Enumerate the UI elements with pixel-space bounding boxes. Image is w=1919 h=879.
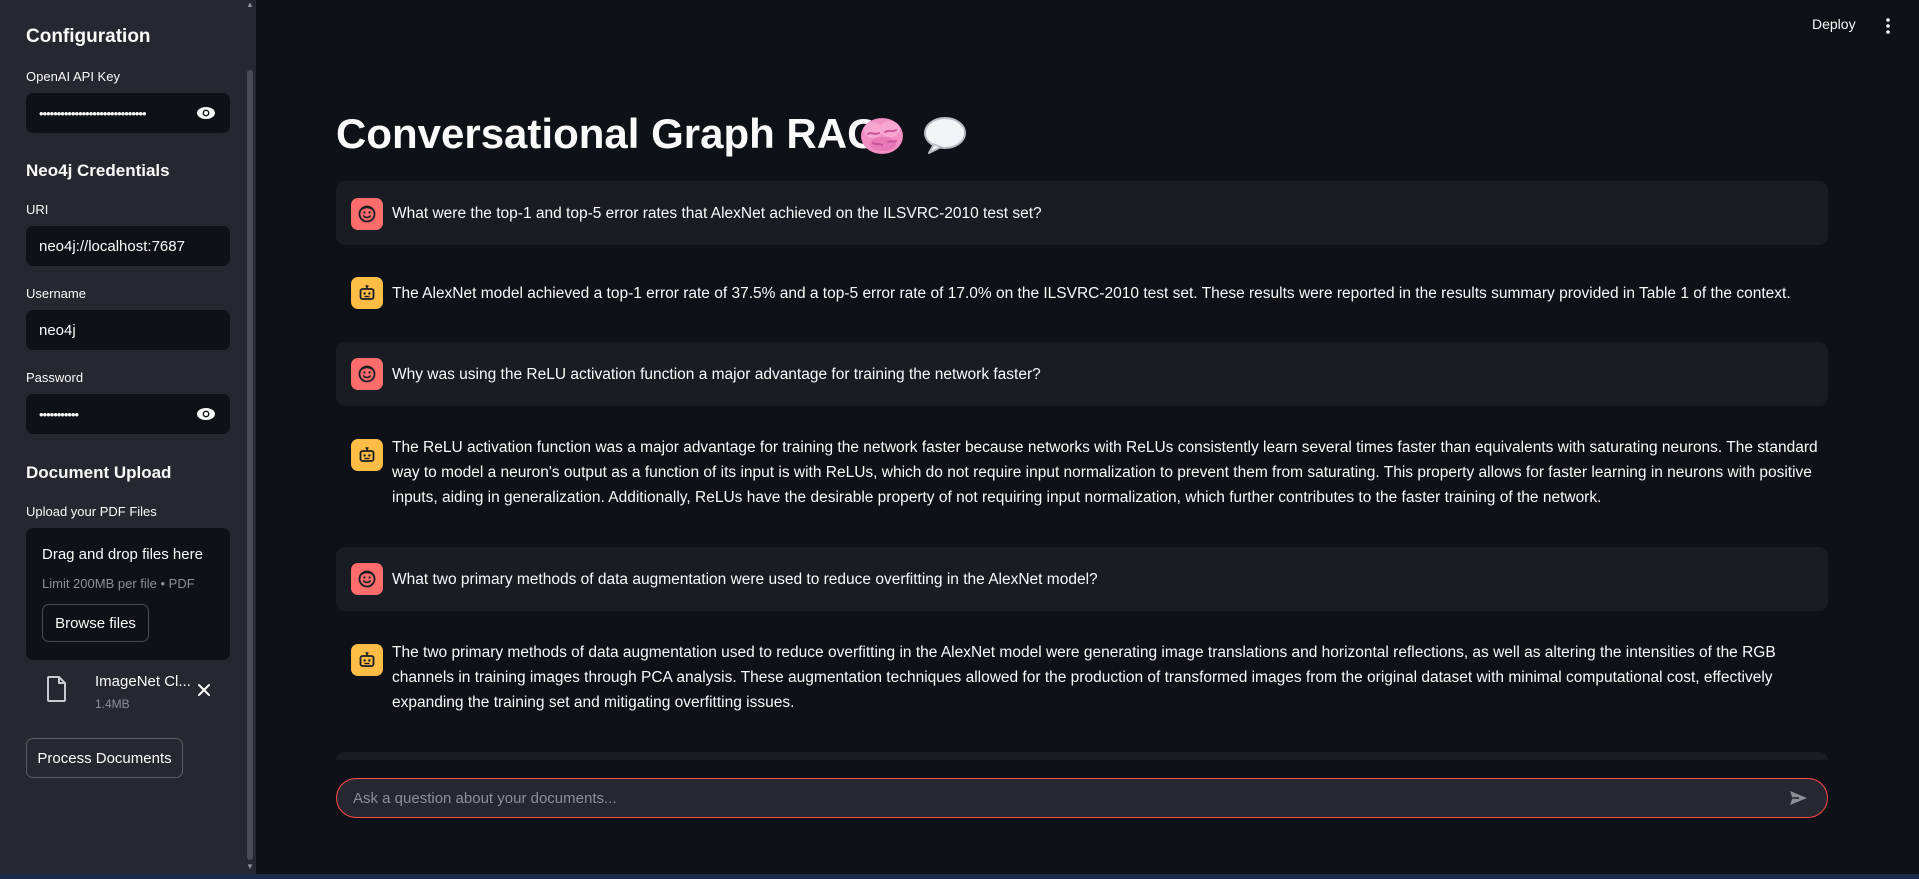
more-menu-icon[interactable] (1884, 17, 1892, 35)
sidebar-scrollbar[interactable] (247, 70, 253, 860)
upload-label: Upload your PDF Files (26, 504, 157, 519)
chat-messages: What were the top-1 and top-5 error rate… (336, 180, 1828, 760)
smiley-face-icon (351, 563, 383, 595)
api-key-label: OpenAI API Key (26, 69, 120, 84)
chat-message-user (336, 752, 1828, 760)
neo4j-heading: Neo4j Credentials (26, 161, 170, 180)
chat-message-assistant: The two primary methods of data augmenta… (336, 628, 1828, 740)
smiley-face-icon (351, 358, 383, 390)
chat-message-assistant: The AlexNet model achieved a top-1 error… (336, 262, 1828, 326)
close-icon[interactable] (194, 680, 214, 700)
message-text: What were the top-1 and top-5 error rate… (392, 205, 1042, 222)
process-documents-button[interactable]: Process Documents (26, 738, 183, 778)
file-dropzone[interactable]: Drag and drop files here Limit 200MB per… (26, 528, 230, 660)
file-size: 1.4MB (95, 697, 130, 711)
username-field[interactable]: neo4j (26, 310, 230, 350)
smiley-face-icon (351, 198, 383, 230)
brain-icon (861, 118, 903, 154)
password-field[interactable]: ••••••••••• (26, 394, 230, 434)
username-value: neo4j (39, 321, 76, 339)
message-text: The AlexNet model achieved a top-1 error… (392, 285, 1791, 302)
message-text: The two primary methods of data augmenta… (392, 644, 1776, 711)
page-title: Conversational Graph RAG (336, 110, 880, 157)
robot-icon (351, 644, 383, 676)
deploy-button[interactable]: Deploy (1812, 16, 1856, 36)
send-icon[interactable] (1787, 787, 1809, 809)
file-icon (47, 676, 66, 702)
message-text: What two primary methods of data augment… (392, 571, 1098, 588)
show-password-icon[interactable] (195, 407, 217, 421)
message-text: Why was using the ReLU activation functi… (392, 366, 1041, 383)
chat-message-user: What were the top-1 and top-5 error rate… (336, 181, 1828, 245)
uri-field[interactable]: neo4j://localhost:7687 (26, 226, 230, 266)
chat-message-user: Why was using the ReLU activation functi… (336, 342, 1828, 406)
chat-message-assistant: The ReLU activation function was a major… (336, 423, 1828, 535)
configuration-heading: Configuration (26, 26, 151, 47)
sidebar: Configuration OpenAI API Key •••••••••••… (0, 0, 256, 874)
password-value: ••••••••••• (39, 406, 79, 422)
api-key-value: •••••••••••••••••••••••••••••• (39, 105, 147, 121)
api-key-field[interactable]: •••••••••••••••••••••••••••••• (26, 93, 230, 133)
file-name: ImageNet Cl... (95, 673, 191, 690)
document-upload-heading: Document Upload (26, 463, 172, 482)
uri-value: neo4j://localhost:7687 (39, 237, 185, 255)
chat-input[interactable] (353, 789, 1787, 807)
chat-input-container (336, 778, 1828, 818)
show-password-icon[interactable] (195, 106, 217, 120)
robot-icon (351, 277, 383, 309)
dropzone-limit: Limit 200MB per file • PDF (42, 576, 195, 591)
username-label: Username (26, 286, 86, 301)
browse-files-button[interactable]: Browse files (42, 604, 149, 642)
scroll-up-icon[interactable]: ▲ (245, 0, 255, 10)
robot-icon (351, 439, 383, 471)
speech-bubble-icon (924, 117, 966, 154)
message-text: The ReLU activation function was a major… (392, 439, 1818, 506)
chat-message-user: What two primary methods of data augment… (336, 547, 1828, 611)
window-bottom-edge (0, 874, 1919, 879)
scroll-down-icon[interactable]: ▼ (245, 862, 255, 872)
uploaded-file-item: ImageNet Cl... 1.4MB (42, 666, 232, 716)
dropzone-title: Drag and drop files here (42, 546, 203, 563)
password-label: Password (26, 370, 84, 385)
uri-label: URI (26, 202, 49, 217)
